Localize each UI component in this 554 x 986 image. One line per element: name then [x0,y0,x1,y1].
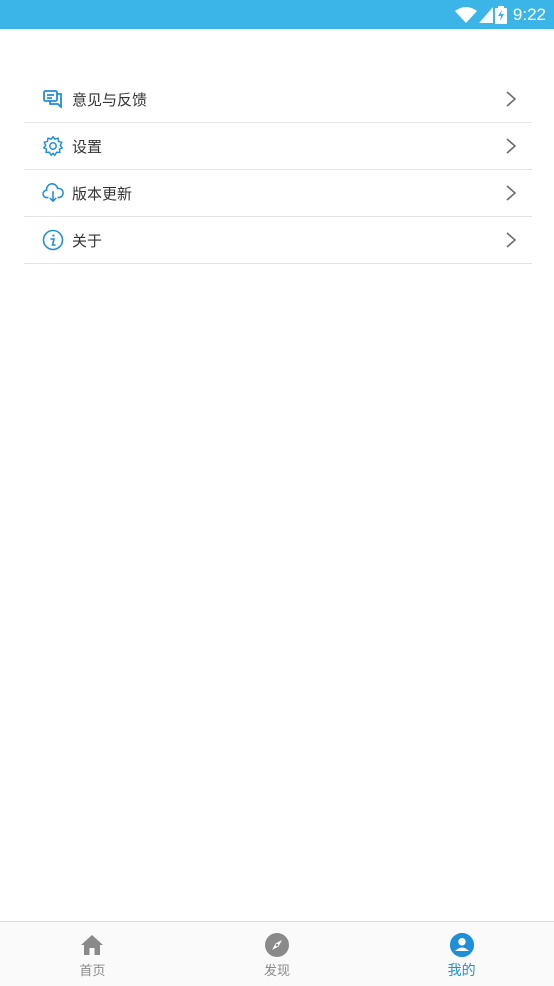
chevron-right-icon [504,137,518,155]
battery-icon [494,5,507,24]
bottom-tab-bar: 首页 发现 我的 [0,921,554,986]
status-time: 9:22 [512,4,546,24]
home-icon [79,932,105,958]
tab-discover[interactable]: 发现 [185,922,370,986]
tab-home[interactable]: 首页 [0,922,185,986]
chevron-right-icon [504,90,518,108]
wifi-icon [454,6,477,23]
menu-item-label: 版本更新 [72,184,133,203]
info-icon [42,229,64,251]
tab-label: 发现 [264,964,291,979]
menu-item-label: 意见与反馈 [72,90,148,109]
settings-menu: 意见与反馈 设置 版本更新 关于 [24,76,532,264]
menu-item-update[interactable]: 版本更新 [24,170,532,217]
gear-icon [42,135,64,157]
tab-label: 首页 [79,964,106,979]
menu-item-settings[interactable]: 设置 [24,123,532,170]
compass-icon [264,932,290,958]
chevron-right-icon [504,184,518,202]
tab-label: 我的 [447,963,476,979]
menu-item-about[interactable]: 关于 [24,217,532,264]
user-icon [449,932,475,958]
status-bar: 9:22 [0,0,554,29]
signal-icon [478,6,493,23]
tab-mine[interactable]: 我的 [369,922,554,986]
menu-item-label: 关于 [72,231,103,250]
menu-item-label: 设置 [72,137,103,156]
chevron-right-icon [504,231,518,249]
feedback-icon [42,88,64,110]
menu-item-feedback[interactable]: 意见与反馈 [24,76,532,123]
download-icon [42,182,64,204]
